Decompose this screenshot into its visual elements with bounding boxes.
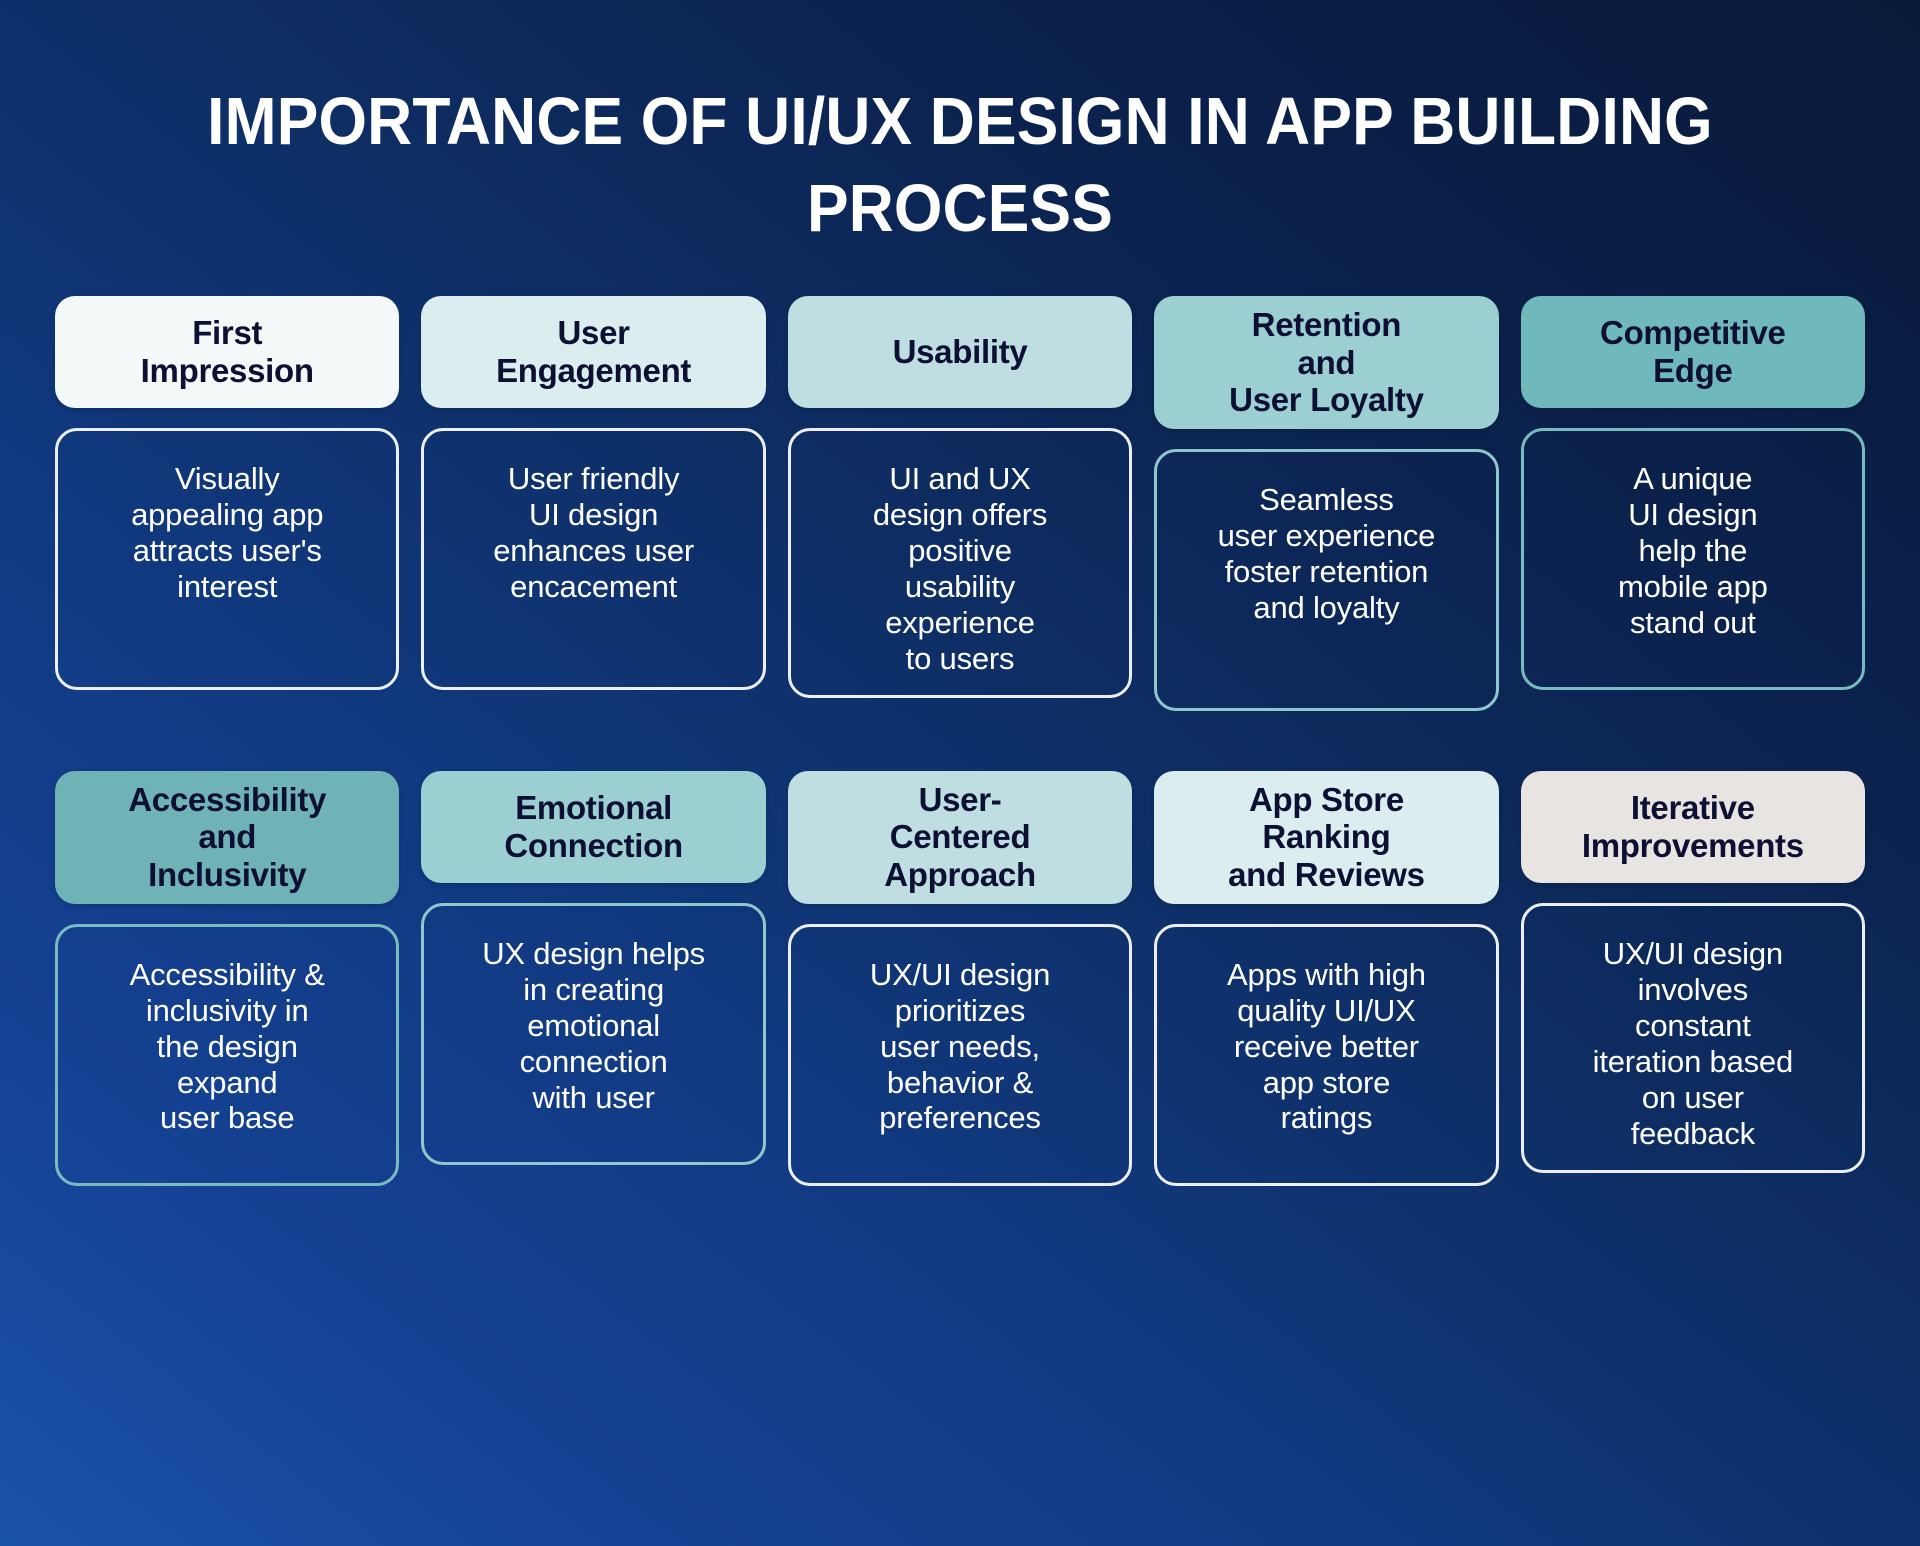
card-row-1: First Impression Visually appealing app att… [0,296,1920,711]
cards-grid: First Impression Visually appealing app att… [0,296,1920,1186]
body-text: Apps with high quality UI/UX receive bette… [1227,956,1426,1136]
heading-label: First Impression [140,314,314,389]
body-card-emotional-connection: UX design helps in creating emotional conne… [421,902,766,1165]
body-text: Accessibility & inclusivity in the design e… [129,956,325,1136]
body-card-iterative-improvements: UX/UI design involves constant iteration ba… [1520,902,1866,1173]
page-title: IMPORTANCE OF UI/UX DESIGN IN APP BUILDI… [207,84,1713,247]
card-row-2: Accessibility and Inclusivity Accessibilit… [0,770,1920,1186]
body-text: Seamless user experience foster retention a… [1217,481,1436,625]
heading-card-retention-user-loyalty[interactable]: Retention and User Loyalty [1154,296,1499,429]
card-column-retention-user-loyalty: Retention and User Loyalty Seamless user ex… [1154,296,1499,711]
heading-card-usability[interactable]: Usability [787,296,1133,408]
body-text: Visually appealing app attracts user's inte… [131,461,324,604]
infographic-root: IMPORTANCE OF UI/UX DESIGN IN APP BUILDI… [0,0,1920,1546]
card-column-competitive-edge: Competitive Edge A unique UI design help th… [1520,296,1866,711]
heading-card-emotional-connection[interactable]: Emotional Connection [421,770,766,883]
heading-label: Accessibility and Inclusivity [128,780,327,894]
card-column-iterative-improvements: Iterative Improvements UX/UI design involv… [1520,770,1866,1186]
heading-card-app-store-ranking[interactable]: App Store Ranking and Reviews [1154,770,1499,904]
body-text: User friendly UI design enhances user encac… [493,461,694,604]
heading-card-user-centered-approach[interactable]: User- Centered Approach [787,770,1133,904]
body-card-competitive-edge: A unique UI design help the mobile app stand… [1520,428,1866,690]
body-text: UX design helps in creating emotional conne… [482,935,705,1115]
body-card-usability: UI and UX design offers positive usability e… [787,428,1133,698]
card-column-app-store-ranking: App Store Ranking and Reviews Apps with hi… [1154,770,1499,1186]
heading-card-user-engagement[interactable]: User Engagement [421,296,766,408]
title-container: IMPORTANCE OF UI/UX DESIGN IN APP BUILDI… [0,78,1920,252]
body-text: UX/UI design involves constant iteration ba… [1592,935,1794,1151]
heading-label: User- Centered Approach [884,780,1036,894]
body-text: UX/UI design prioritizes user needs, behavi… [869,956,1051,1136]
heading-card-first-impression[interactable]: First Impression [55,296,400,408]
card-column-user-centered-approach: User- Centered Approach UX/UI design priori… [787,770,1133,1186]
body-card-retention-user-loyalty: Seamless user experience foster retention a… [1154,448,1499,711]
heading-card-iterative-improvements[interactable]: Iterative Improvements [1520,770,1866,883]
heading-label: Iterative Improvements [1581,789,1804,864]
heading-label: App Store Ranking and Reviews [1228,780,1425,894]
heading-label: Competitive Edge [1600,314,1786,389]
heading-label: Retention and User Loyalty [1229,306,1424,419]
heading-label: User Engagement [496,314,692,389]
card-column-first-impression: First Impression Visually appealing app att… [55,296,400,711]
heading-card-competitive-edge[interactable]: Competitive Edge [1520,296,1866,408]
body-text: UI and UX design offers positive usability e… [872,461,1048,676]
heading-card-accessibility-inclusivity[interactable]: Accessibility and Inclusivity [55,770,400,904]
card-column-emotional-connection: Emotional Connection UX design helps in cr… [421,770,766,1186]
heading-label: Usability [892,333,1028,371]
card-column-usability: Usability UI and UX design offers positive… [787,296,1133,711]
body-card-accessibility-inclusivity: Accessibility & inclusivity in the design e… [55,923,400,1186]
heading-label: Emotional Connection [504,789,683,864]
body-card-user-engagement: User friendly UI design enhances user encac… [421,428,766,690]
body-card-first-impression: Visually appealing app attracts user's inte… [55,428,400,690]
card-column-user-engagement: User Engagement User friendly UI design enh… [421,296,766,711]
body-card-user-centered-approach: UX/UI design prioritizes user needs, behavi… [787,923,1133,1186]
body-card-app-store-ranking: Apps with high quality UI/UX receive bette… [1154,923,1499,1186]
body-text: A unique UI design help the mobile app stand… [1618,461,1768,640]
card-column-accessibility-inclusivity: Accessibility and Inclusivity Accessibilit… [55,770,400,1186]
